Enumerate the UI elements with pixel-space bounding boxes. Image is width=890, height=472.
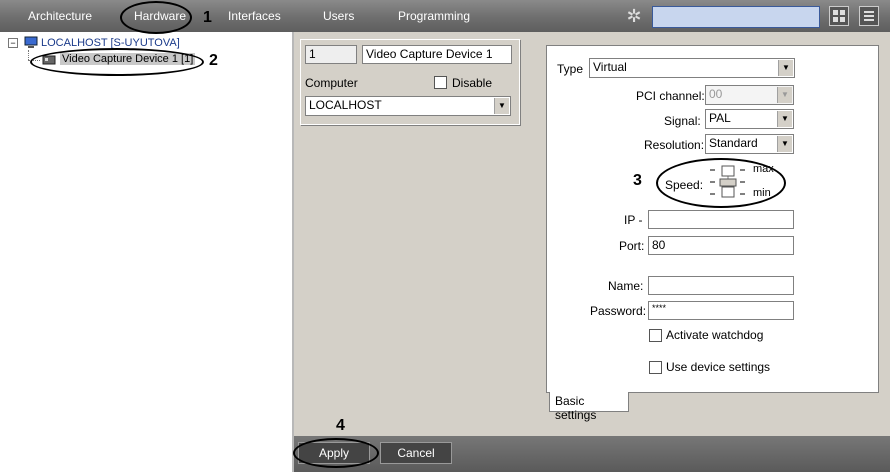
chevron-down-icon[interactable]: ▼ (777, 111, 792, 127)
signal-label: Signal: (664, 114, 701, 128)
chevron-down-icon[interactable]: ▼ (778, 60, 793, 76)
pci-channel-select[interactable]: 00 ▼ (705, 85, 794, 105)
activate-watchdog-checkbox[interactable] (649, 329, 662, 342)
activate-watchdog-label: Activate watchdog (666, 328, 764, 342)
annotation-number-3: 3 (633, 172, 642, 189)
tab-users[interactable]: Users (323, 9, 354, 23)
port-label: Port: (619, 239, 645, 253)
tree-connector (28, 50, 30, 60)
tab-interfaces[interactable]: Interfaces (228, 9, 281, 23)
use-device-settings-checkbox[interactable] (649, 361, 662, 374)
device-name-field[interactable]: Video Capture Device 1 (362, 45, 512, 64)
annotation-ellipse-hardware (120, 1, 192, 34)
resolution-select[interactable]: Standard ▼ (705, 134, 794, 154)
tab-basic-settings[interactable]: Basic settings (549, 392, 629, 422)
grid-view-icon[interactable] (829, 6, 849, 26)
computer-select-value: LOCALHOST (309, 98, 382, 112)
annotation-number-2: 2 (209, 52, 218, 69)
device-id-field[interactable]: 1 (305, 45, 357, 64)
tab-architecture[interactable]: Architecture (28, 9, 92, 23)
collapse-icon[interactable]: − (8, 38, 18, 48)
use-device-settings-label: Use device settings (666, 360, 771, 374)
password-input[interactable]: **** (648, 301, 794, 320)
chevron-down-icon[interactable]: ▼ (494, 98, 509, 114)
disable-label: Disable (452, 76, 493, 90)
object-tree: − LOCALHOST [S-UYUTOVA] Video Capture De… (0, 32, 294, 472)
annotation-ellipse-device (30, 48, 204, 76)
disable-checkbox[interactable] (434, 76, 447, 89)
computer-select[interactable]: LOCALHOST ▼ (305, 96, 511, 116)
menu-icon[interactable] (859, 6, 879, 26)
pci-channel-value: 00 (709, 87, 723, 101)
resolution-value: Standard (709, 136, 758, 150)
chevron-down-icon[interactable]: ▼ (777, 136, 792, 152)
port-input[interactable]: 80 (648, 236, 794, 255)
name-label: Name: (608, 279, 644, 293)
type-label: Type (557, 62, 584, 76)
ip-input[interactable] (648, 210, 794, 229)
name-input[interactable] (648, 276, 794, 295)
annotation-number-1: 1 (203, 9, 212, 26)
password-label: Password: (590, 304, 647, 318)
annotation-ellipse-apply (293, 438, 379, 468)
annotation-number-4: 4 (336, 417, 345, 434)
computer-icon (24, 36, 38, 53)
type-select[interactable]: Virtual ▼ (589, 58, 795, 78)
tab-strip-line (629, 392, 879, 393)
type-select-value: Virtual (593, 60, 627, 74)
tab-programming[interactable]: Programming (398, 9, 470, 23)
cancel-button[interactable]: Cancel (380, 442, 452, 464)
settings-gear-icon[interactable]: ✲ (624, 6, 644, 26)
resolution-label: Resolution: (644, 138, 705, 152)
chevron-down-icon[interactable]: ▼ (777, 87, 792, 103)
annotation-ellipse-speed (656, 158, 786, 208)
ip-label: IP - (624, 213, 643, 227)
signal-select[interactable]: PAL ▼ (705, 109, 794, 129)
computer-label: Computer (305, 76, 358, 90)
signal-value: PAL (709, 111, 731, 125)
pci-channel-label: PCI channel: (636, 89, 705, 103)
search-input[interactable] (652, 6, 820, 28)
